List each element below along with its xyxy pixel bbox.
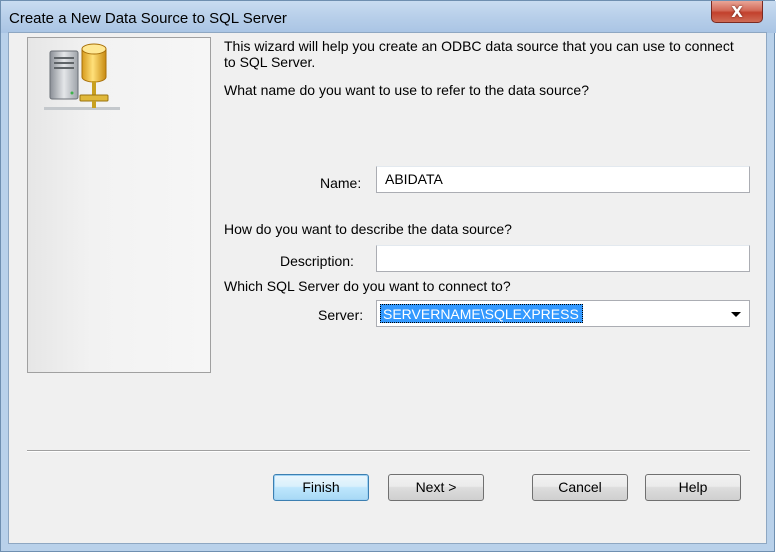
cancel-button[interactable]: Cancel [532,474,628,501]
description-question: How do you want to describe the data sou… [224,221,512,237]
name-question: What name do you want to use to refer to… [224,82,589,98]
name-field[interactable]: ABIDATA [376,166,750,193]
next-button[interactable]: Next > [388,474,484,501]
help-button[interactable]: Help [645,474,741,501]
chevron-down-icon[interactable] [731,312,741,317]
finish-button[interactable]: Finish [273,474,369,501]
server-question: Which SQL Server do you want to connect … [224,278,511,294]
window-title: Create a New Data Source to SQL Server [9,10,287,27]
close-icon: X [731,2,743,21]
name-label: Name: [320,175,362,191]
close-button[interactable]: X [711,1,763,23]
title-bar[interactable]: Create a New Data Source to SQL Server X [1,1,776,33]
description-field[interactable] [376,245,750,272]
description-label: Description: [280,253,354,269]
server-value: SERVERNAME\SQLEXPRESS [380,304,583,323]
button-separator [27,450,750,452]
server-combobox[interactable]: SERVERNAME\SQLEXPRESS [376,300,750,327]
server-label: Server: [318,307,364,323]
intro-paragraph: This wizard will help you create an ODBC… [224,38,734,70]
database-server-icon [44,43,120,110]
